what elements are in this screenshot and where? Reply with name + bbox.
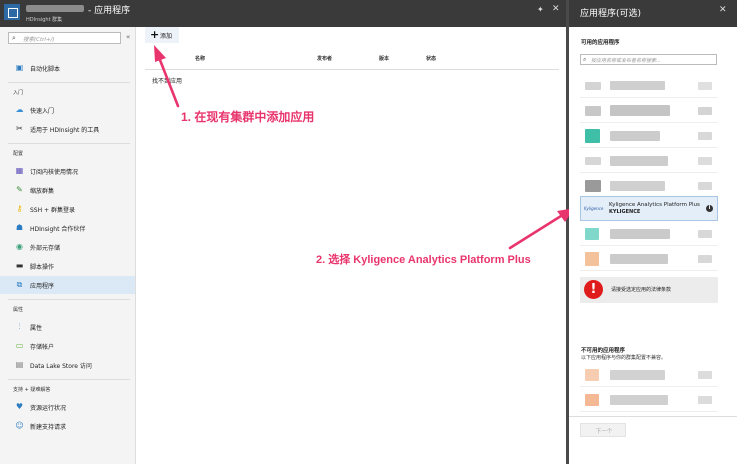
list-item-app-blurred[interactable]: [580, 247, 718, 271]
arrow-step2: [508, 208, 575, 250]
unavailable-apps-heading: 不可用的应用程序: [581, 348, 626, 354]
app-name-blurred: [610, 370, 665, 380]
app-name-blurred: [610, 105, 670, 116]
legal-terms-label: 请接受选定应用的法律条款: [611, 287, 672, 293]
app-logo-blurred: [585, 106, 601, 116]
panel-footer-divider: [569, 416, 737, 417]
app-logo-blurred: [585, 157, 601, 165]
app-search-input[interactable]: ⌕ 按应用名称或发布者名称搜索...: [580, 54, 717, 65]
app-name-blurred: [610, 156, 668, 166]
kyligence-logo: Kyligence: [584, 206, 604, 211]
app-name-blurred: [610, 395, 668, 405]
app-info-blurred: [698, 132, 712, 140]
next-button[interactable]: 下一个: [580, 423, 626, 437]
available-apps-heading: 可用的应用程序: [581, 40, 620, 46]
app-name-blurred: [610, 254, 668, 264]
arrow-step1: [154, 45, 180, 108]
list-item-app-blurred[interactable]: [580, 174, 718, 198]
app-logo-blurred: [585, 180, 601, 192]
app-logo-blurred: [585, 129, 600, 143]
list-item-app-unavailable-blurred: [580, 388, 718, 412]
list-item-app-blurred[interactable]: [580, 222, 718, 246]
app-info-blurred: [698, 396, 712, 404]
list-item-app-blurred[interactable]: [580, 124, 718, 148]
app-info-blurred: [698, 182, 712, 190]
app-logo-blurred: [585, 252, 599, 266]
app-name: Kyligence Analytics Platform Plus: [609, 202, 700, 208]
list-item-app-blurred[interactable]: [580, 74, 718, 98]
list-item-app-kyligence[interactable]: Kyligence Kyligence Analytics Platform P…: [580, 196, 718, 221]
app-logo-blurred: [585, 228, 599, 240]
app-name-blurred: [610, 229, 670, 239]
app-info-blurred: [698, 82, 712, 90]
app-info-blurred: [698, 230, 712, 238]
list-item-app-blurred[interactable]: [580, 149, 718, 173]
applications-panel: 可用的应用程序 ⌕ 按应用名称或发布者名称搜索... Kyligence Kyl…: [569, 27, 737, 464]
warning-icon: !: [584, 280, 603, 299]
app-info-blurred: [698, 107, 712, 115]
app-logo-blurred: [585, 82, 601, 90]
search-icon: ⌕: [583, 56, 587, 63]
legal-terms-button[interactable]: ! 请接受选定应用的法律条款: [580, 277, 718, 303]
annotation-step1: 1. 在现有集群中添加应用: [181, 110, 315, 124]
info-icon[interactable]: i: [706, 205, 713, 212]
app-logo-blurred: [585, 369, 599, 381]
app-name-blurred: [610, 181, 665, 191]
app-publisher: KYLIGENCE: [609, 209, 641, 215]
next-button-label: 下一个: [595, 429, 613, 435]
list-item-app-unavailable-blurred: [580, 363, 718, 387]
list-item-app-blurred[interactable]: [580, 99, 718, 123]
app-info-blurred: [698, 157, 712, 165]
app-info-blurred: [698, 371, 712, 379]
annotation-step2: 2. 选择 Kyligence Analytics Platform Plus: [316, 254, 531, 266]
app-logo-blurred: [585, 394, 599, 406]
app-name-blurred: [610, 81, 665, 90]
app-name-blurred: [610, 131, 660, 141]
app-search-placeholder: 按应用名称或发布者名称搜索...: [591, 58, 661, 64]
unavailable-apps-note: 以下应用程序与你的群集配置不兼容。: [581, 355, 667, 361]
app-info-blurred: [698, 255, 712, 263]
